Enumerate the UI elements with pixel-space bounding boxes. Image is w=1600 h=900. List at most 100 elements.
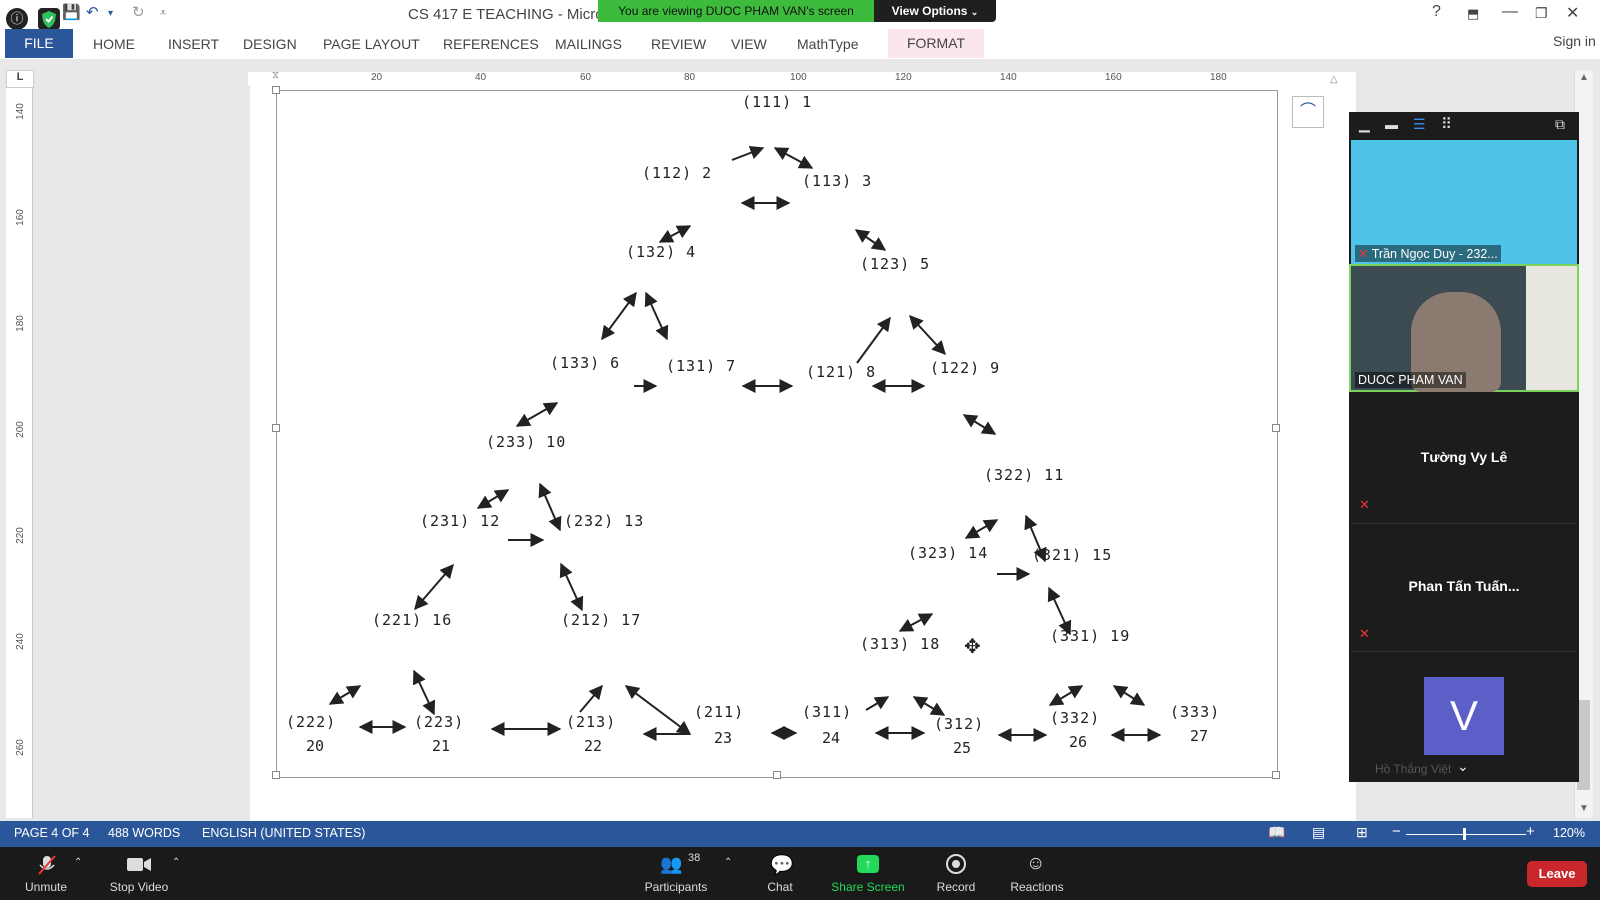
diagram-node-number: 24 (822, 729, 841, 747)
diagram-node: (222) (286, 713, 337, 731)
zoom-slider-thumb[interactable] (1463, 828, 1466, 840)
page-count[interactable]: PAGE 4 OF 4 (14, 826, 90, 840)
muted-mic-icon: ✕ (1358, 247, 1369, 261)
diagram-node-number: 23 (714, 729, 733, 747)
arrow (1048, 685, 1084, 706)
diagram-node: (113) 3 (802, 172, 873, 190)
muted-mic-icon: ✕ (1359, 626, 1370, 641)
diagram-node: (321) 15 (1032, 546, 1113, 564)
diagram-node: (223) (414, 713, 465, 731)
diagram-node: (332) (1050, 709, 1101, 727)
record-icon (946, 854, 966, 874)
diagram-node: (232) 13 (564, 512, 645, 530)
diagram-node: (221) 16 (372, 611, 453, 629)
participant-tile[interactable]: Tường Vy Lê ✕ (1351, 395, 1577, 519)
diagram-node: (211) (694, 703, 745, 721)
print-layout-icon[interactable]: ▤ (1312, 824, 1325, 841)
status-bar: PAGE 4 OF 4 488 WORDS ENGLISH (UNITED ST… (0, 821, 1600, 847)
zoom-meeting-toolbar: Unmute ⌃ Stop Video ⌃ 👥 38 Participants … (0, 847, 1600, 900)
zoom-level[interactable]: 120% (1553, 826, 1585, 840)
video-options-chevron-icon[interactable]: ⌃ (172, 857, 180, 868)
participant-name: Phan Tấn Tuấn... (1408, 578, 1520, 594)
thumbnail-view-icon[interactable]: ▬ (1385, 117, 1398, 132)
avatar: V (1424, 677, 1504, 755)
leave-button[interactable]: Leave (1527, 861, 1587, 887)
read-mode-icon[interactable]: 📖 (1268, 824, 1285, 841)
gallery-toolbar: ▁ ▬ ☰ ⠿ ⧉ (1349, 112, 1579, 140)
record-button[interactable]: Record (926, 847, 986, 900)
arrow (912, 696, 946, 716)
arrow (644, 291, 669, 341)
arrow (854, 229, 887, 251)
diagram-node-number: 20 (306, 737, 325, 755)
share-screen-icon: ↑ (857, 855, 879, 873)
arrow (412, 669, 436, 716)
word-count[interactable]: 488 WORDS (108, 826, 180, 840)
participant-tile[interactable]: Phan Tấn Tuấn... ✕ (1351, 523, 1577, 648)
arrow (962, 414, 997, 435)
arrow (731, 146, 765, 161)
participant-tile[interactable]: V Hồ Thắng Việt ⌄ (1351, 651, 1577, 780)
arrow (515, 402, 559, 427)
arrow (658, 225, 692, 243)
chat-button[interactable]: 💬 Chat (750, 847, 810, 900)
diagram-node-number: 26 (1069, 733, 1088, 751)
participant-name: Hồ Thắng Việt (1375, 762, 1452, 776)
diagram-node: (132) 4 (626, 243, 697, 261)
diagram-node: (313) 18 (860, 635, 941, 653)
arrow (964, 519, 999, 539)
arrow (1112, 685, 1146, 706)
zoom-in-icon[interactable]: + (1526, 823, 1535, 840)
diagram-node-number: 22 (584, 737, 603, 755)
language-status[interactable]: ENGLISH (UNITED STATES) (202, 826, 365, 840)
diagram-node: (231) 12 (420, 512, 501, 530)
unmute-button[interactable]: Unmute (14, 847, 78, 900)
participants-button[interactable]: 👥 38 Participants (640, 847, 712, 900)
zoom-out-icon[interactable]: − (1392, 823, 1401, 840)
participant-count: 38 (688, 852, 701, 864)
diagram-node: (131) 7 (666, 357, 737, 375)
diagram-node: (213) (566, 713, 617, 731)
arrow (773, 147, 814, 169)
participant-tile-active-speaker[interactable]: DUOC PHAM VAN (1349, 264, 1579, 392)
diagram-node: (331) 19 (1050, 627, 1131, 645)
exit-gallery-icon[interactable]: ⧉ (1555, 116, 1565, 133)
diagram-node: (112) 2 (642, 164, 713, 182)
diagram-node: (122) 9 (930, 359, 1001, 377)
minimize-gallery-icon[interactable]: ▁ (1359, 116, 1370, 133)
diagram-node-number: 25 (953, 739, 972, 757)
muted-mic-icon: ✕ (1359, 497, 1370, 512)
arrow (898, 613, 934, 632)
arrow (601, 291, 637, 341)
gallery-view-icon[interactable]: ⠿ (1441, 115, 1452, 133)
chat-icon: 💬 (770, 855, 794, 876)
diagram-node: (333) (1170, 703, 1221, 721)
diagram-node: (133) 6 (550, 354, 621, 372)
participant-tile[interactable]: ✕ Trần Ngọc Duy - 232... (1351, 140, 1577, 264)
stop-video-button[interactable]: Stop Video (104, 847, 174, 900)
diagram-node: (323) 14 (908, 544, 989, 562)
arrow (538, 482, 562, 532)
arrow (414, 563, 454, 611)
arrow (328, 685, 362, 705)
participant-name: ✕ Trần Ngọc Duy - 232... (1355, 245, 1501, 262)
scroll-down-icon[interactable]: ▼ (1579, 803, 1589, 814)
speaker-view-icon[interactable]: ☰ (1413, 116, 1426, 133)
diagram-node: (312) (934, 715, 985, 733)
reactions-button[interactable]: ☺ Reactions (1004, 847, 1070, 900)
participants-options-chevron-icon[interactable]: ⌃ (724, 857, 732, 868)
zoom-slider[interactable] (1406, 834, 1526, 835)
diagram-node: (123) 5 (860, 255, 931, 273)
web-layout-icon[interactable]: ⊞ (1356, 824, 1368, 841)
arrow (624, 685, 692, 735)
participant-video-background (1526, 266, 1577, 390)
audio-options-chevron-icon[interactable]: ⌃ (74, 857, 82, 868)
arrow (476, 489, 510, 509)
diagram-node: (233) 10 (486, 433, 567, 451)
video-camera-icon (127, 858, 151, 871)
scroll-up-icon[interactable]: ▲ (1579, 72, 1589, 83)
muted-mic-icon (38, 855, 56, 875)
diagram-node: (212) 17 (561, 611, 642, 629)
chevron-down-icon[interactable]: ⌄ (1457, 758, 1469, 775)
share-screen-button[interactable]: ↑ Share Screen (826, 847, 910, 900)
